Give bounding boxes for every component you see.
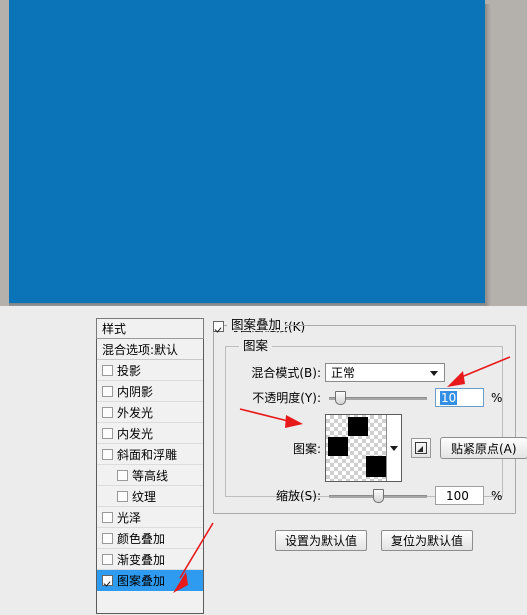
checkbox-contour[interactable] <box>117 469 128 481</box>
canvas-drop-shadow-right <box>485 4 491 310</box>
opacity-slider[interactable] <box>329 390 427 406</box>
chevron-down-icon <box>430 371 438 376</box>
styles-panel-header-label: 样式 <box>102 322 127 336</box>
chevron-down-icon[interactable] <box>390 446 398 451</box>
blend-mode-select[interactable]: 正常 <box>325 363 445 382</box>
scale-slider-thumb[interactable] <box>373 488 384 503</box>
pattern-row: 图案: 贴紧原点(A) <box>237 414 527 482</box>
blend-mode-row: 混合模式(B): 正常 <box>237 363 445 382</box>
sidebar-item-blending-options[interactable]: 混合选项:默认 <box>97 339 203 360</box>
opacity-unit: % <box>491 390 503 405</box>
sidebar-item-color-overlay[interactable]: 颜色叠加 <box>97 528 203 549</box>
layer-style-dialog: 样式 混合选项:默认 投影 内阴影 外发光 内发光 斜面和浮雕 等高线 纹理 光… <box>0 310 527 615</box>
snap-to-origin-label: 贴紧原点(A) <box>451 441 517 456</box>
new-pattern-icon <box>415 442 427 454</box>
sidebar-item-label: 外发光 <box>117 405 154 420</box>
reset-to-default-button[interactable]: 复位为默认值 <box>381 530 474 551</box>
scale-label: 缩放(S): <box>275 489 321 503</box>
default-value-buttons: 设置为默认值 复位为默认值 <box>275 530 474 551</box>
sidebar-item-label: 渐变叠加 <box>117 552 166 567</box>
canvas-image-blue-fill <box>9 0 485 303</box>
checkbox-gradient-overlay[interactable] <box>102 553 113 565</box>
sidebar-item-drop-shadow[interactable]: 投影 <box>97 360 203 381</box>
scale-unit: % <box>491 488 503 503</box>
checkbox-satin[interactable] <box>102 511 113 523</box>
styles-panel: 样式 混合选项:默认 投影 内阴影 外发光 内发光 斜面和浮雕 等高线 纹理 光… <box>96 318 204 615</box>
sidebar-item-inner-shadow[interactable]: 内阴影 <box>97 381 203 402</box>
pattern-overlay-settings-panel: 图案叠加 图案 混合模式(B): 正常 不透明度(Y): 10 % 图案: 贴紧… <box>213 318 527 610</box>
canvas-surround-left <box>0 0 9 310</box>
document-canvas-area <box>0 0 527 310</box>
sidebar-item-label: 内发光 <box>117 426 154 441</box>
opacity-input[interactable]: 10 <box>435 388 484 407</box>
new-pattern-button[interactable] <box>411 438 431 458</box>
sidebar-item-inner-glow[interactable]: 内发光 <box>97 423 203 444</box>
pattern-picker[interactable] <box>325 414 402 482</box>
scale-row: 缩放(S): 100 % <box>237 486 502 505</box>
sidebar-item-bevel-emboss[interactable]: 斜面和浮雕 <box>97 444 203 465</box>
opacity-value: 10 <box>440 390 458 405</box>
pattern-group-legend: 图案 <box>239 339 273 352</box>
pattern-block <box>366 456 386 477</box>
sidebar-item-pattern-overlay[interactable]: 图案叠加 <box>97 570 203 591</box>
styles-panel-header: 样式 <box>96 318 204 339</box>
checkbox-drop-shadow[interactable] <box>102 364 113 376</box>
opacity-row: 不透明度(Y): 10 % <box>237 388 502 407</box>
sidebar-item-label: 内阴影 <box>117 384 154 399</box>
snap-to-origin-button[interactable]: 贴紧原点(A) <box>440 437 527 459</box>
sidebar-item-label: 斜面和浮雕 <box>117 447 178 462</box>
sidebar-item-label: 光泽 <box>117 510 142 525</box>
sidebar-item-satin[interactable]: 光泽 <box>97 507 203 528</box>
checkbox-outer-glow[interactable] <box>102 406 113 418</box>
scale-input[interactable]: 100 <box>435 486 484 505</box>
checkerboard-pattern-swatch[interactable] <box>326 415 387 481</box>
pattern-label: 图案: <box>292 441 321 456</box>
sidebar-item-label: 颜色叠加 <box>117 531 166 546</box>
scale-value: 100 <box>446 488 469 503</box>
sidebar-item-label: 投影 <box>117 363 142 378</box>
checkbox-inner-glow[interactable] <box>102 427 113 439</box>
pattern-overlay-group-legend: 图案叠加 <box>227 318 286 331</box>
checkbox-texture[interactable] <box>117 490 128 502</box>
pattern-block <box>328 437 348 456</box>
checkbox-inner-shadow[interactable] <box>102 385 113 397</box>
scale-slider[interactable] <box>329 488 427 504</box>
pattern-block <box>348 417 368 436</box>
sidebar-item-label: 纹理 <box>132 489 157 504</box>
sidebar-item-label: 图案叠加 <box>117 573 166 588</box>
opacity-slider-thumb[interactable] <box>335 390 346 405</box>
styles-list[interactable]: 混合选项:默认 投影 内阴影 外发光 内发光 斜面和浮雕 等高线 纹理 光泽 颜… <box>96 339 204 614</box>
checkbox-link-with-layer[interactable] <box>213 321 224 332</box>
sidebar-item-label: 混合选项:默认 <box>102 342 179 357</box>
sidebar-item-outer-glow[interactable]: 外发光 <box>97 402 203 423</box>
set-as-default-button[interactable]: 设置为默认值 <box>275 530 368 551</box>
sidebar-item-contour[interactable]: 等高线 <box>97 465 203 486</box>
blend-mode-label: 混合模式(B): <box>251 366 321 380</box>
sidebar-item-gradient-overlay[interactable]: 渐变叠加 <box>97 549 203 570</box>
checkbox-bevel-emboss[interactable] <box>102 448 113 460</box>
blend-mode-value: 正常 <box>331 366 356 380</box>
sidebar-item-label: 等高线 <box>132 468 169 483</box>
checkbox-pattern-overlay[interactable] <box>102 574 113 586</box>
reset-to-default-label: 复位为默认值 <box>391 534 464 548</box>
opacity-label: 不透明度(Y): <box>252 391 321 405</box>
sidebar-item-texture[interactable]: 纹理 <box>97 486 203 507</box>
set-as-default-label: 设置为默认值 <box>285 534 358 548</box>
checkbox-color-overlay[interactable] <box>102 532 113 544</box>
